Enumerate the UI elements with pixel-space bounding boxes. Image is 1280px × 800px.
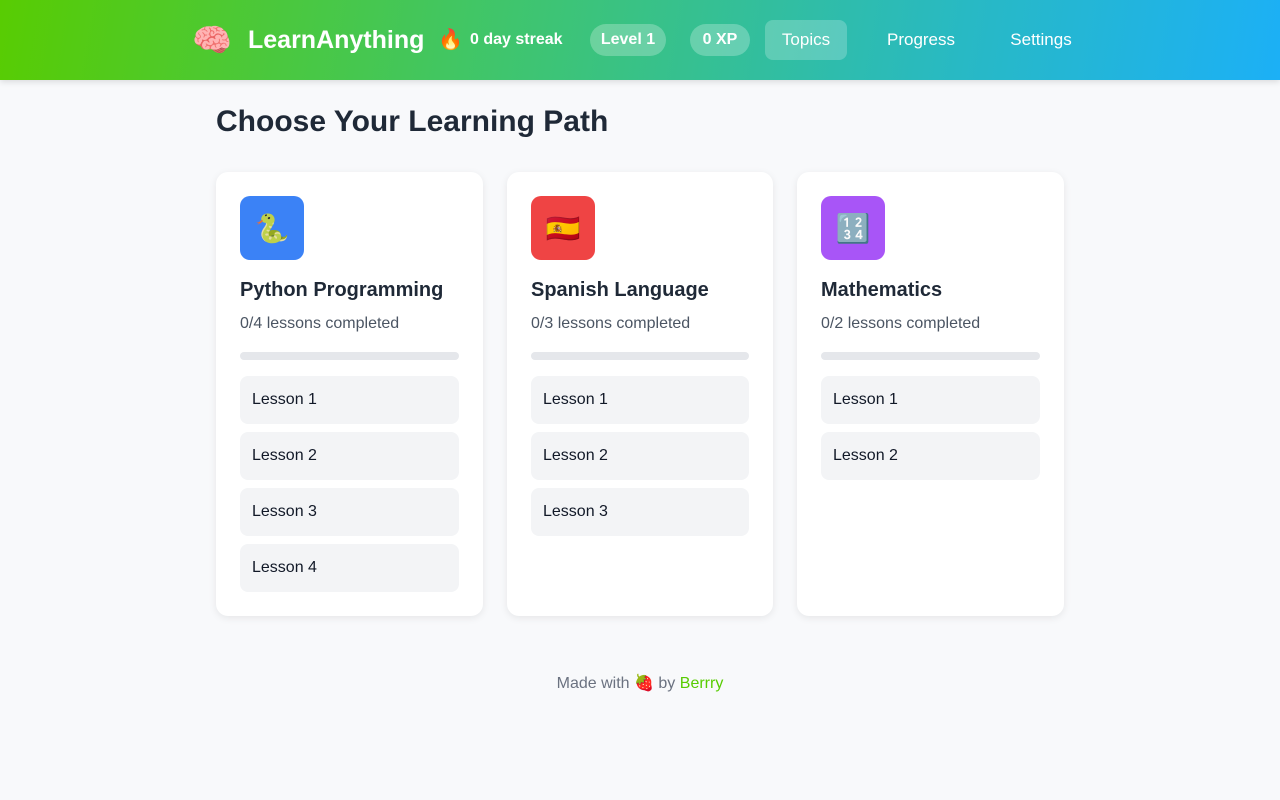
app-title[interactable]: LearnAnything	[248, 24, 424, 56]
streak-text: 0 day streak	[470, 31, 563, 48]
footer-prefix: Made with	[556, 675, 630, 692]
topic-title: Python Programming	[240, 279, 444, 301]
lesson-item[interactable]: Lesson 2	[531, 432, 749, 480]
streak-indicator: 🔥 0 day streak	[438, 28, 563, 52]
brain-icon: 🧠	[192, 22, 232, 58]
lesson-list: Lesson 1 Lesson 2 Lesson 3	[531, 376, 749, 536]
lesson-item[interactable]: Lesson 1	[531, 376, 749, 424]
lesson-item[interactable]: Lesson 3	[531, 488, 749, 536]
lesson-list: Lesson 1 Lesson 2	[821, 376, 1040, 480]
topic-card-spanish[interactable]: 🇪🇸 Spanish Language 0/3 lessons complete…	[507, 172, 773, 616]
footer-by: by	[658, 675, 676, 692]
lesson-item[interactable]: Lesson 2	[240, 432, 459, 480]
lesson-item[interactable]: Lesson 1	[821, 376, 1040, 424]
lesson-item[interactable]: Lesson 2	[821, 432, 1040, 480]
app-header: 🧠 LearnAnything 🔥 0 day streak Level 1 0…	[0, 0, 1280, 80]
topic-progress-bar	[821, 352, 1040, 360]
nav-progress-button[interactable]: Progress	[871, 20, 971, 60]
footer: Made with 🍓 by Berrry	[0, 674, 1280, 694]
xp-badge: 0 XP	[690, 24, 750, 56]
topic-title: Mathematics	[821, 279, 943, 301]
topic-progress-bar	[240, 352, 459, 360]
topic-title: Spanish Language	[531, 279, 709, 301]
strawberry-icon: 🍓	[634, 675, 654, 692]
level-badge: Level 1	[590, 24, 666, 56]
berrry-link[interactable]: Berrry	[680, 675, 724, 692]
nav-topics-button[interactable]: Topics	[765, 20, 847, 60]
python-icon: 🐍	[240, 196, 304, 260]
lesson-item[interactable]: Lesson 3	[240, 488, 459, 536]
topic-card-python[interactable]: 🐍 Python Programming 0/4 lessons complet…	[216, 172, 483, 616]
lesson-item[interactable]: Lesson 4	[240, 544, 459, 592]
spain-flag-icon: 🇪🇸	[531, 196, 595, 260]
page-title: Choose Your Learning Path	[216, 105, 609, 138]
topic-progress-text: 0/3 lessons completed	[531, 315, 691, 332]
lesson-list: Lesson 1 Lesson 2 Lesson 3 Lesson 4	[240, 376, 459, 592]
lesson-item[interactable]: Lesson 1	[240, 376, 459, 424]
topic-progress-bar	[531, 352, 749, 360]
numbers-icon: 🔢	[821, 196, 885, 260]
fire-icon: 🔥	[438, 29, 463, 51]
topic-card-mathematics[interactable]: 🔢 Mathematics 0/2 lessons completed Less…	[797, 172, 1064, 616]
nav-settings-button[interactable]: Settings	[994, 20, 1088, 60]
topic-progress-text: 0/4 lessons completed	[240, 315, 400, 332]
topic-progress-text: 0/2 lessons completed	[821, 315, 981, 332]
